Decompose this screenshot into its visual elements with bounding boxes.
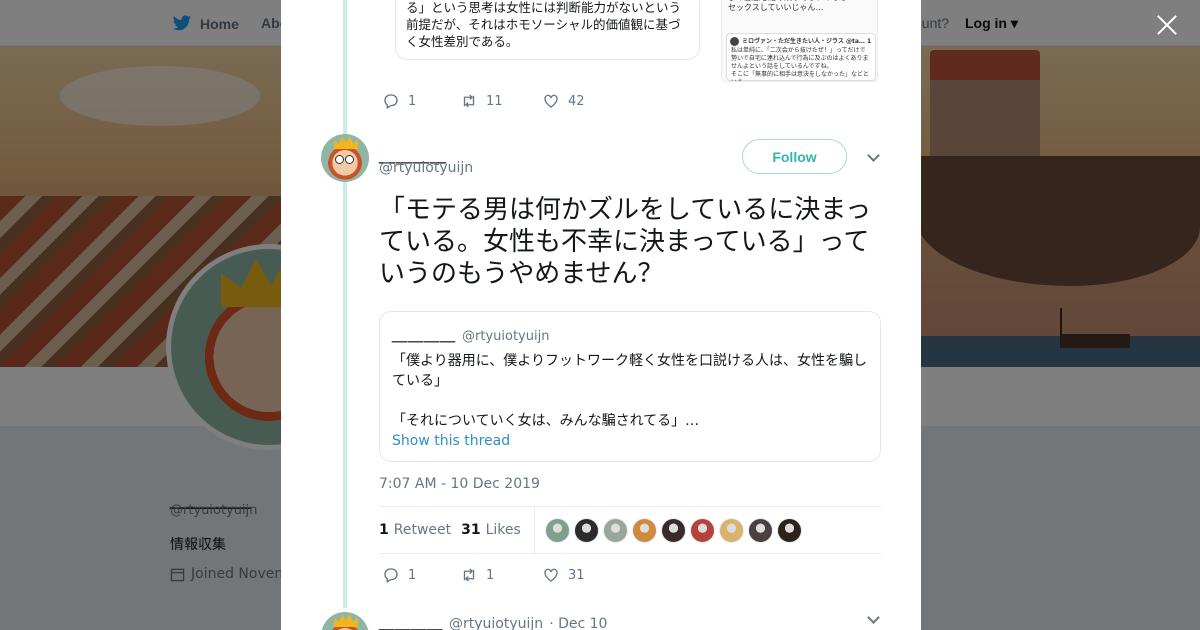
reply-button[interactable]: 1 <box>382 92 460 110</box>
reply-count: 1 <box>408 567 417 583</box>
close-modal-button[interactable] <box>1154 12 1180 38</box>
reply-button[interactable]: 1 <box>382 566 460 584</box>
thread-connector-line <box>343 0 347 608</box>
reply-count: 1 <box>408 93 417 109</box>
stats-divider <box>533 506 535 554</box>
retweet-count: 11 <box>486 93 503 109</box>
reply-menu-chevron-down-icon[interactable] <box>866 613 880 627</box>
liker-avatar[interactable] <box>631 517 657 543</box>
likes-stat-label: Likes <box>485 522 521 538</box>
liker-avatar[interactable] <box>573 517 599 543</box>
tweet-thread-modal: る」という思考は女性には判断能力がないという前提だが、それはホモソーシャル的価値… <box>281 0 921 630</box>
likes-stat[interactable]: 31 Likes <box>461 522 521 538</box>
reply-icon <box>384 568 398 583</box>
quoted-tweet-card[interactable]: ＿＿＿＿ @rtyuiotyuijn 「僕より器用に、僕よりフットワーク軽く女性… <box>379 311 881 462</box>
tweet-actions: 1 1 31 <box>382 566 585 584</box>
tweet-text: 「モテる男は何かズルをしているに決まっている。女性も不幸に決まっている」っていう… <box>379 195 872 289</box>
image-inner-text: 私は単純に、「二次会から抜けたぜ！」ってだけで勢いで自宅に連れ込んで行為に及ぶの… <box>731 47 870 81</box>
retweet-count: 1 <box>486 567 495 583</box>
reply-date[interactable]: · Dec 10 <box>549 616 607 630</box>
quoted-line: 「僕より器用に、僕よりフットワーク軽く女性を口説ける人は、女性を騙している」 <box>392 353 868 389</box>
reply-icon <box>384 94 398 109</box>
retweets-stat-label: Retweet <box>393 522 452 538</box>
retweet-icon <box>463 568 475 582</box>
liker-avatars <box>544 517 802 543</box>
quoted-tweet-header: ＿＿＿＿ @rtyuiotyuijn <box>392 324 868 345</box>
quoted-author-name: ＿＿＿＿ <box>392 326 457 344</box>
like-button[interactable]: 42 <box>542 92 585 110</box>
reply-author-handle[interactable]: @rtyuiotyuijn <box>449 616 543 630</box>
retweets-stat-count: 1 <box>379 522 389 538</box>
reply-tweet-header: ＿＿＿＿ @rtyuiotyuijn · Dec 10 <box>379 612 607 630</box>
retweets-stat[interactable]: 1 Retweet <box>379 522 451 538</box>
tweet-author-handle[interactable]: @rtyuiotyuijn <box>379 160 473 176</box>
heart-icon <box>544 94 558 108</box>
liker-avatar[interactable] <box>660 517 686 543</box>
image-inner-avatar <box>730 37 739 46</box>
quoted-author-handle: @rtyuiotyuijn <box>462 329 550 344</box>
heart-icon <box>544 568 558 582</box>
previous-tweet-actions: 1 11 42 <box>382 92 585 110</box>
liker-avatar[interactable] <box>544 517 570 543</box>
liker-avatar[interactable] <box>747 517 773 543</box>
liker-avatar[interactable] <box>718 517 744 543</box>
previous-image-inner-card: ミロヴァン・ただ生きたい人・ジラス @ta… 1日 私は単純に、「二次会から抜け… <box>726 33 876 81</box>
tweet-timestamp[interactable]: 7:07 AM - 10 Dec 2019 <box>379 476 540 492</box>
tweet-menu-chevron-down-icon[interactable] <box>866 151 880 165</box>
image-inner-head: ミロヴァン・ただ生きたい人・ジラス @ta… 1日 <box>742 38 872 45</box>
likes-stat-count: 31 <box>461 522 481 538</box>
liker-avatar[interactable] <box>602 517 628 543</box>
reply-author-name[interactable]: ＿＿＿＿ <box>379 612 443 630</box>
quoted-tweet-text: 「僕より器用に、僕よりフットワーク軽く女性を口説ける人は、女性を騙している」 「… <box>392 351 868 431</box>
like-button[interactable]: 31 <box>542 566 585 584</box>
tweet-stats: 1 Retweet 31 Likes <box>379 506 881 554</box>
retweet-button[interactable]: 11 <box>460 92 542 110</box>
previous-quote-text: る」という思考は女性には判断能力がないという前提だが、それはホモソーシャル的価値… <box>406 0 682 49</box>
reply-author-avatar[interactable] <box>321 612 369 630</box>
liker-avatar[interactable] <box>689 517 715 543</box>
follow-button[interactable]: Follow <box>742 139 847 174</box>
previous-image-text: 子の意志を踏み躙ってないのなら セックスしていいじゃん… <box>728 0 848 12</box>
previous-quoted-tweet-card[interactable]: る」という思考は女性には判断能力がないという前提だが、それはホモソーシャル的価値… <box>395 0 700 60</box>
liker-avatar[interactable] <box>776 517 802 543</box>
quoted-line <box>392 391 868 411</box>
show-thread-link[interactable]: Show this thread <box>392 433 868 449</box>
like-count: 31 <box>568 567 585 583</box>
like-count: 42 <box>568 93 585 109</box>
tweet-author-avatar[interactable] <box>321 134 369 182</box>
retweet-icon <box>463 94 475 108</box>
retweet-button[interactable]: 1 <box>460 566 542 584</box>
previous-tweet-image[interactable]: 子の意志を踏み躙ってないのなら セックスしていいじゃん… ミロヴァン・ただ生きた… <box>721 0 878 82</box>
quoted-line: 「それについていく女は、みんな騙されてる」… <box>392 413 700 429</box>
